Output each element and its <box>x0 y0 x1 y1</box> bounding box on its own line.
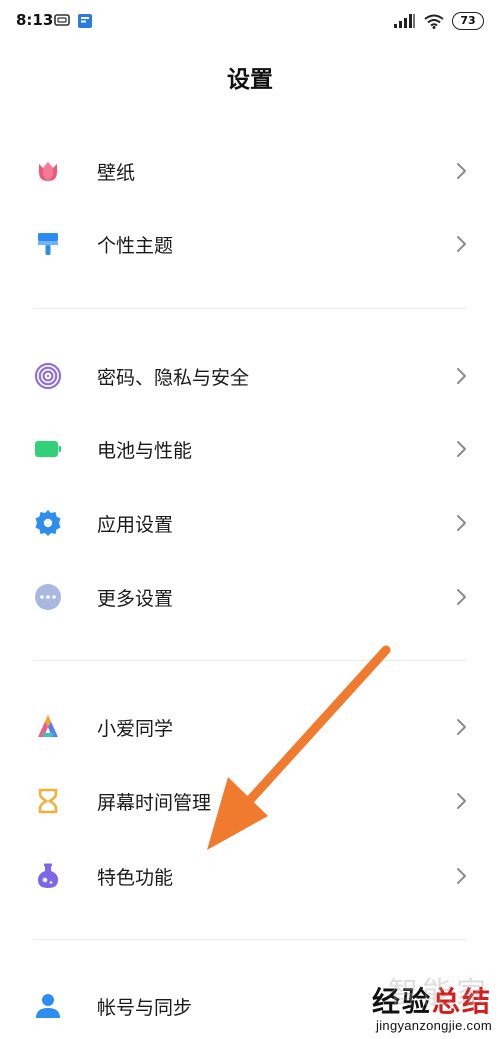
settings-item-label: 特色功能 <box>97 867 174 889</box>
settings-item-label: 小爱同学 <box>97 718 174 740</box>
settings-item-more-settings[interactable]: 更多设置 <box>0 567 500 627</box>
user-icon <box>36 994 60 1018</box>
fingerprint-icon <box>34 362 62 390</box>
battery-indicator: 73 <box>452 12 484 30</box>
watermark-url: jingyanzongjie.com <box>376 1018 492 1033</box>
section-divider <box>33 939 467 940</box>
settings-item-xiaoai[interactable]: 小爱同学 <box>0 697 500 757</box>
chevron-right-icon <box>457 236 466 252</box>
settings-item-label: 壁纸 <box>97 162 136 184</box>
app-notification-icon <box>78 14 92 28</box>
settings-item-label: 密码、隐私与安全 <box>97 367 250 389</box>
status-bar: 8:13 73 <box>0 0 500 44</box>
chevron-right-icon <box>457 793 466 809</box>
xiaoai-icon <box>38 715 58 737</box>
settings-item-label: 电池与性能 <box>97 440 193 462</box>
settings-item-app-settings[interactable]: 应用设置 <box>0 493 500 553</box>
settings-item-special-features[interactable]: 特色功能 <box>0 846 500 906</box>
chevron-right-icon <box>457 441 466 457</box>
settings-item-battery-performance[interactable]: 电池与性能 <box>0 419 500 479</box>
flask-icon <box>38 863 58 888</box>
settings-item-label: 屏幕时间管理 <box>97 792 212 814</box>
battery-icon <box>35 441 61 457</box>
watermark: 智能家 经验总结 jingyanzongjie.com <box>372 976 492 1033</box>
chevron-right-icon <box>457 719 466 735</box>
settings-item-label: 应用设置 <box>97 514 174 536</box>
wifi-icon <box>424 14 444 29</box>
settings-item-label: 帐号与同步 <box>97 997 193 1019</box>
settings-item-label: 更多设置 <box>97 588 174 610</box>
signal-icon <box>394 14 415 28</box>
settings-item-wallpaper[interactable]: 壁纸 <box>0 141 500 201</box>
screen-cast-icon <box>54 14 70 26</box>
section-divider <box>33 308 467 309</box>
chevron-right-icon <box>457 589 466 605</box>
settings-item-privacy-security[interactable]: 密码、隐私与安全 <box>0 346 500 406</box>
paint-brush-icon <box>38 233 58 255</box>
chevron-right-icon <box>457 163 466 179</box>
watermark-ghost-text: 智能家 <box>388 976 490 1011</box>
section-divider <box>33 660 467 661</box>
gear-icon <box>35 510 61 536</box>
chevron-right-icon <box>457 868 466 884</box>
chevron-right-icon <box>457 368 466 384</box>
status-time: 8:13 <box>16 11 54 29</box>
settings-item-screen-time[interactable]: 屏幕时间管理 <box>0 771 500 831</box>
settings-item-label: 个性主题 <box>97 235 174 257</box>
more-dots-icon <box>35 584 61 610</box>
page-title: 设置 <box>227 67 273 93</box>
chevron-right-icon <box>457 515 466 531</box>
status-right-group: 73 <box>394 12 484 30</box>
tulip-icon <box>39 162 57 181</box>
hourglass-icon <box>38 788 58 814</box>
settings-item-themes[interactable]: 个性主题 <box>0 214 500 274</box>
